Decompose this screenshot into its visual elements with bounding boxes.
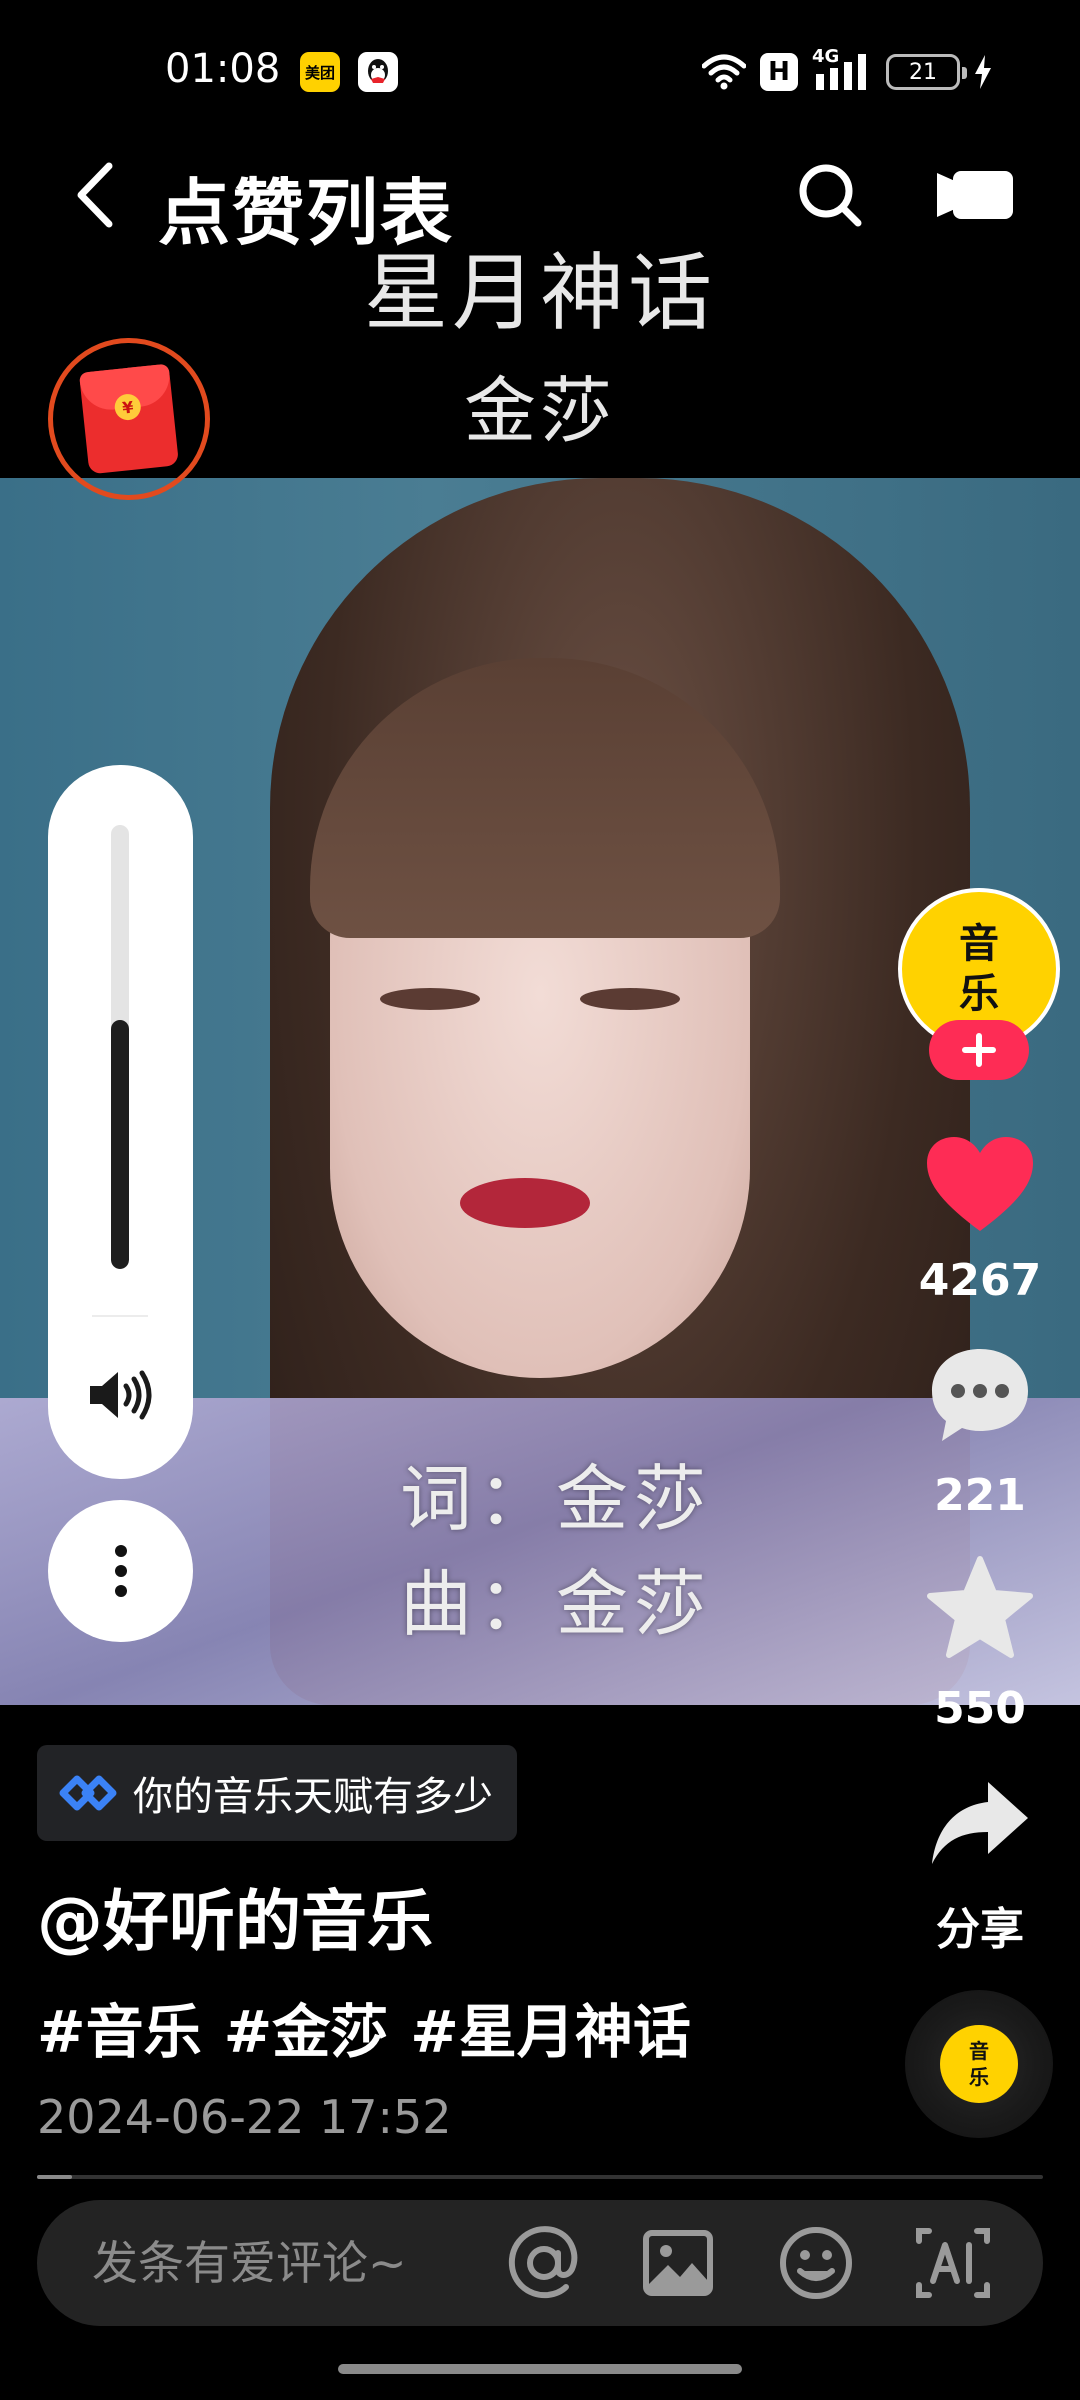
like-button[interactable]	[900, 1135, 1060, 1245]
comment-button[interactable]	[900, 1345, 1060, 1455]
heart-icon	[927, 1137, 1033, 1231]
ai-icon	[916, 2228, 990, 2298]
top-header: 点赞列表	[0, 140, 1080, 255]
disc-text-bottom: 乐	[969, 2065, 989, 2089]
page-title: 点赞列表	[158, 171, 455, 255]
video-composer-credit: 曲：金莎	[400, 1562, 713, 1646]
emoji-button[interactable]	[776, 2225, 856, 2301]
volume-slider[interactable]	[111, 825, 129, 1269]
volume-divider	[92, 1315, 148, 1317]
comment-count: 221	[934, 1470, 1026, 1521]
video-lips	[460, 1178, 590, 1228]
home-indicator[interactable]	[338, 2364, 742, 2374]
back-icon	[77, 162, 113, 228]
speaker-button[interactable]	[86, 1365, 156, 1425]
emoji-icon	[780, 2227, 852, 2299]
video-lyricist-credit: 词：金莎	[400, 1457, 713, 1541]
mention-button[interactable]	[504, 2225, 584, 2301]
hashtag-list: #音乐 #金莎 #星月神话	[37, 1985, 691, 2069]
share-button[interactable]	[900, 1778, 1060, 1878]
plus-icon	[962, 1033, 996, 1067]
like-count: 4267	[918, 1255, 1042, 1306]
video-camera-icon	[937, 171, 1013, 219]
more-vertical-icon	[114, 1545, 127, 1597]
favorite-count: 550	[934, 1683, 1026, 1734]
video-progress-fill	[37, 2175, 73, 2179]
image-button[interactable]	[638, 2225, 718, 2301]
image-icon	[643, 2230, 713, 2296]
hashtag[interactable]: #音乐	[37, 1985, 202, 2069]
more-options-button[interactable]	[48, 1500, 193, 1642]
hashtag[interactable]: #星月神话	[410, 1985, 691, 2069]
star-icon	[927, 1556, 1033, 1658]
link-chain-icon	[59, 1775, 117, 1811]
video-eye-left	[380, 988, 480, 1010]
speaker-icon	[90, 1370, 152, 1420]
volume-slider-fill	[111, 1020, 129, 1269]
ai-assist-button[interactable]	[913, 2225, 993, 2301]
hashtag[interactable]: #金莎	[224, 1985, 389, 2069]
red-packet-button[interactable]: ¥	[48, 338, 210, 500]
share-icon	[932, 1782, 1028, 1864]
red-packet-icon: ¥	[78, 363, 180, 475]
music-disc-cover: 音 乐	[940, 2025, 1018, 2103]
at-icon	[508, 2226, 578, 2299]
comment-bar	[37, 2200, 1043, 2326]
comment-input[interactable]	[92, 2200, 512, 2326]
video-progress-bar[interactable]	[37, 2175, 1043, 2179]
favorite-button[interactable]	[900, 1555, 1060, 1670]
avatar-text-bottom: 乐	[959, 970, 999, 1017]
avatar-text-top: 音	[959, 920, 999, 967]
follow-button[interactable]	[929, 1020, 1029, 1080]
volume-panel[interactable]	[48, 765, 193, 1479]
search-button[interactable]	[790, 150, 870, 240]
music-disc-button[interactable]: 音 乐	[905, 1990, 1053, 2138]
video-eye-right	[580, 988, 680, 1010]
topic-chip-label: 你的音乐天赋有多少	[133, 1774, 493, 1820]
post-date: 2024-06-22 17:52	[37, 2090, 452, 2144]
author-name[interactable]: @好听的音乐	[37, 1868, 433, 1964]
disc-text-top: 音	[969, 2039, 989, 2063]
comment-icon	[932, 1349, 1028, 1441]
topic-chip[interactable]: 你的音乐天赋有多少	[37, 1745, 517, 1841]
share-label: 分享	[936, 1904, 1024, 1955]
search-icon	[799, 164, 862, 227]
back-button[interactable]	[60, 150, 130, 240]
video-camera-button[interactable]	[930, 150, 1020, 240]
coin-icon: ¥	[113, 392, 143, 422]
